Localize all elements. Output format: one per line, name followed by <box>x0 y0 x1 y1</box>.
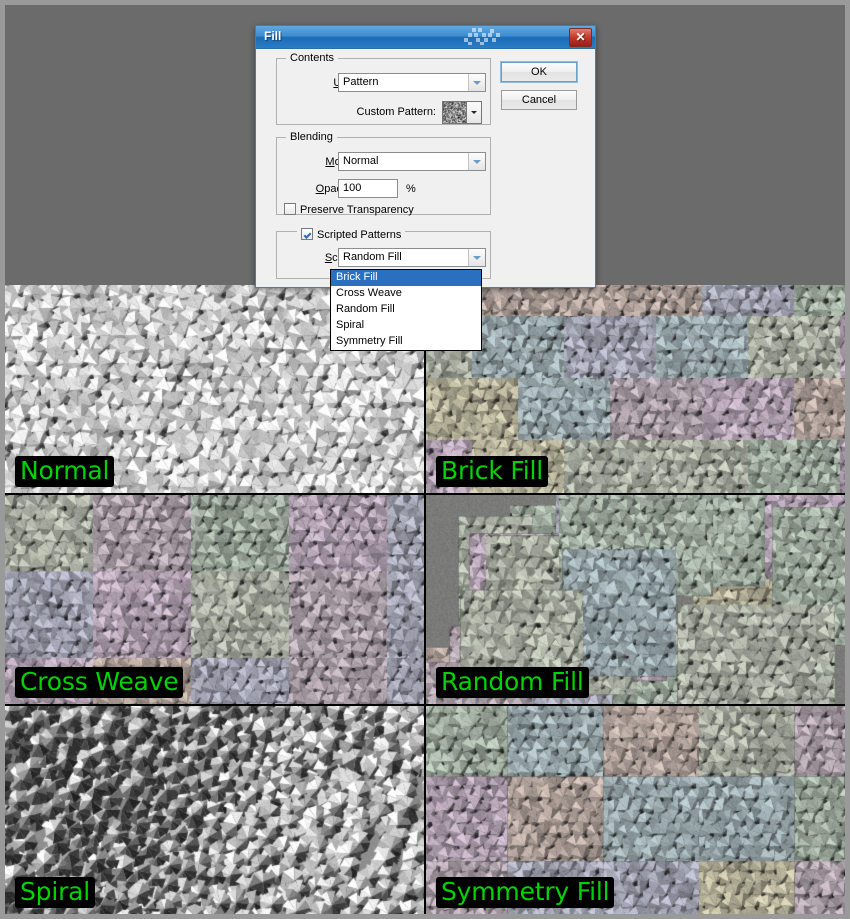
dropdown-item-brick-fill[interactable]: Brick Fill <box>331 270 481 286</box>
dialog-title-bar[interactable]: Fill ✕ <box>256 26 595 49</box>
contents-group-title: Contents <box>286 52 339 64</box>
dropdown-item-symmetry-fill[interactable]: Symmetry Fill <box>331 334 481 350</box>
cancel-button[interactable]: Cancel <box>501 90 577 110</box>
script-combo[interactable]: Random Fill <box>338 248 486 267</box>
preview-label-brick-fill: Brick Fill <box>436 456 548 488</box>
preview-label-normal: Normal <box>15 456 115 488</box>
blending-group-title: Blending <box>286 131 337 143</box>
application-window: Normal Brick Fill Cross Weave Random Fil… <box>0 0 850 919</box>
preview-label-symmetry-fill: Symmetry Fill <box>436 876 615 908</box>
custom-pattern-swatch[interactable] <box>442 101 467 124</box>
preview-panel-random-fill[interactable]: Random Fill <box>426 495 845 704</box>
preserve-transparency-checkbox-box[interactable] <box>284 203 296 215</box>
dropdown-item-spiral[interactable]: Spiral <box>331 318 481 334</box>
titlebar-decoration-icon <box>464 28 500 45</box>
dropdown-item-random-fill[interactable]: Random Fill <box>331 302 481 318</box>
mode-combo-value: Normal <box>343 155 379 167</box>
pattern-preview-grid: Normal Brick Fill Cross Weave Random Fil… <box>5 285 845 914</box>
opacity-percent-symbol: % <box>406 183 416 195</box>
script-combo-value: Random Fill <box>343 251 402 263</box>
mode-combo[interactable]: Normal <box>338 152 486 171</box>
opacity-input[interactable]: 100 <box>338 179 398 198</box>
custom-pattern-dropdown-arrow-icon[interactable] <box>467 101 482 124</box>
close-icon[interactable]: ✕ <box>569 28 592 47</box>
use-combo[interactable]: Pattern <box>338 73 486 92</box>
script-combo-arrow-icon[interactable] <box>468 249 485 266</box>
mode-combo-arrow-icon[interactable] <box>468 153 485 170</box>
custom-pattern-label: Custom Pattern: <box>356 106 436 118</box>
scripted-patterns-label: Scripted Patterns <box>317 229 402 241</box>
preview-label-random-fill: Random Fill <box>436 666 589 698</box>
use-combo-arrow-icon[interactable] <box>468 74 485 91</box>
dialog-title-text: Fill <box>264 29 282 43</box>
scripted-patterns-checkbox[interactable]: Scripted Patterns <box>297 228 406 241</box>
use-combo-value: Pattern <box>343 76 379 88</box>
preserve-transparency-checkbox[interactable]: Preserve Transparency <box>284 203 414 216</box>
preview-panel-symmetry-fill[interactable]: Symmetry Fill <box>426 705 845 914</box>
dropdown-item-cross-weave[interactable]: Cross Weave <box>331 286 481 302</box>
preview-panel-spiral[interactable]: Spiral <box>5 705 424 914</box>
preserve-transparency-label: Preserve Transparency <box>300 204 414 216</box>
preview-panel-brick-fill[interactable]: Brick Fill <box>426 285 845 494</box>
ok-button[interactable]: OK <box>501 62 577 82</box>
fill-dialog: Fill ✕ Contents Pattern Custom Pattern: … <box>255 25 596 288</box>
preview-label-cross-weave: Cross Weave <box>15 666 184 698</box>
scripted-patterns-checkbox-box[interactable] <box>301 228 313 240</box>
script-dropdown-list[interactable]: Brick Fill Cross Weave Random Fill Spira… <box>330 269 482 351</box>
preview-panel-cross-weave[interactable]: Cross Weave <box>5 495 424 704</box>
preview-label-spiral: Spiral <box>15 876 96 908</box>
